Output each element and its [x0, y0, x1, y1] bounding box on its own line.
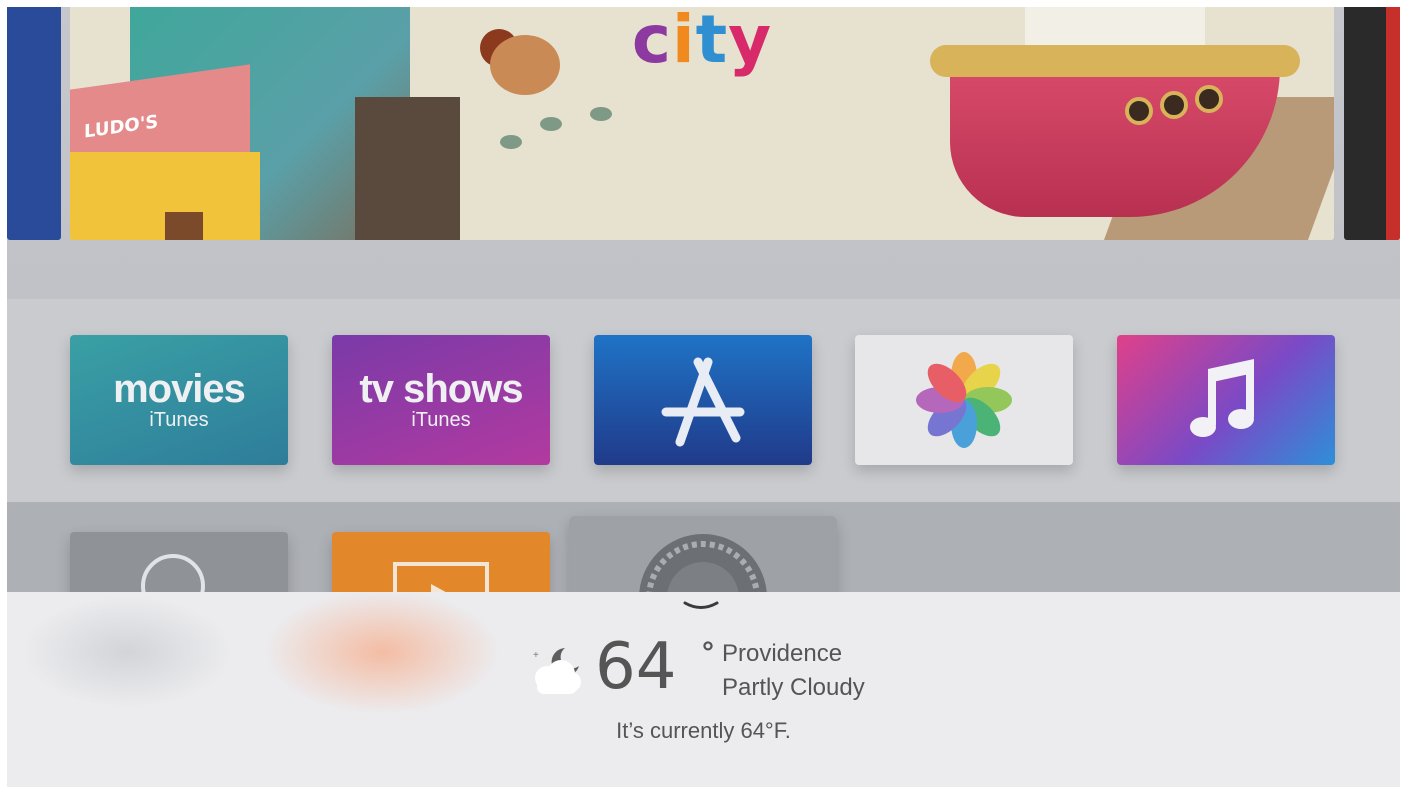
music-note-icon — [1190, 359, 1254, 437]
top-shelf: LUDO'S city — [7, 7, 1400, 299]
sign-text: LUDO'S — [84, 111, 159, 143]
scenery-dark-building — [355, 97, 460, 240]
scenery-porthole — [1125, 97, 1153, 125]
scenery-leaf — [590, 107, 612, 121]
movies-app-title: movies — [113, 367, 246, 411]
svg-text:+: + — [533, 650, 539, 661]
tv-shows-app-subtitle: iTunes — [411, 409, 471, 431]
photos-app-tile[interactable] — [855, 335, 1073, 465]
app-store-icon — [661, 357, 745, 447]
weather-panel: + 64 ° Providence Partly Cloudy It’s cur… — [7, 592, 1400, 787]
banner-edge — [1386, 7, 1400, 240]
weather-summary-text: It’s currently 64°F. — [616, 718, 791, 743]
weather-summary: + 64 ° Providence Partly Cloudy — [527, 632, 947, 702]
banner-title: city — [70, 7, 1334, 78]
scenery-window — [165, 212, 203, 240]
banner-title-letter: i — [671, 7, 696, 78]
partly-cloudy-night-icon: + — [533, 648, 581, 694]
music-app-tile[interactable] — [1117, 335, 1335, 465]
temperature: 64 — [595, 630, 677, 704]
photos-flower-icon — [916, 352, 1012, 448]
tvos-home-screen: LUDO'S city movies iTunes tv shows iTune… — [7, 7, 1400, 787]
app-store-app-tile[interactable] — [594, 335, 812, 465]
top-shelf-item-next[interactable] — [1344, 7, 1400, 240]
scenery-leaf — [500, 135, 522, 149]
banner-title-letter: c — [631, 7, 672, 78]
degree-symbol: ° — [702, 636, 714, 669]
movies-app-subtitle: iTunes — [149, 409, 209, 431]
location: Providence — [722, 640, 843, 667]
scenery-porthole — [1160, 91, 1188, 119]
weather-condition: Partly Cloudy — [722, 674, 865, 701]
banner-title-letter: t — [695, 7, 729, 78]
top-shelf-item-featured[interactable]: LUDO'S city — [70, 7, 1334, 240]
tv-shows-app-tile[interactable]: tv shows iTunes — [332, 335, 550, 465]
banner-title-letter: y — [728, 7, 773, 78]
settings-app-tile[interactable] — [569, 516, 837, 618]
scenery-leaf — [540, 117, 562, 131]
movies-app-tile[interactable]: movies iTunes — [70, 335, 288, 465]
top-shelf-item-prev[interactable] — [7, 7, 61, 240]
scenery-porthole — [1195, 85, 1223, 113]
chevron-down-icon[interactable] — [683, 600, 719, 614]
tv-shows-app-title: tv shows — [359, 367, 523, 411]
